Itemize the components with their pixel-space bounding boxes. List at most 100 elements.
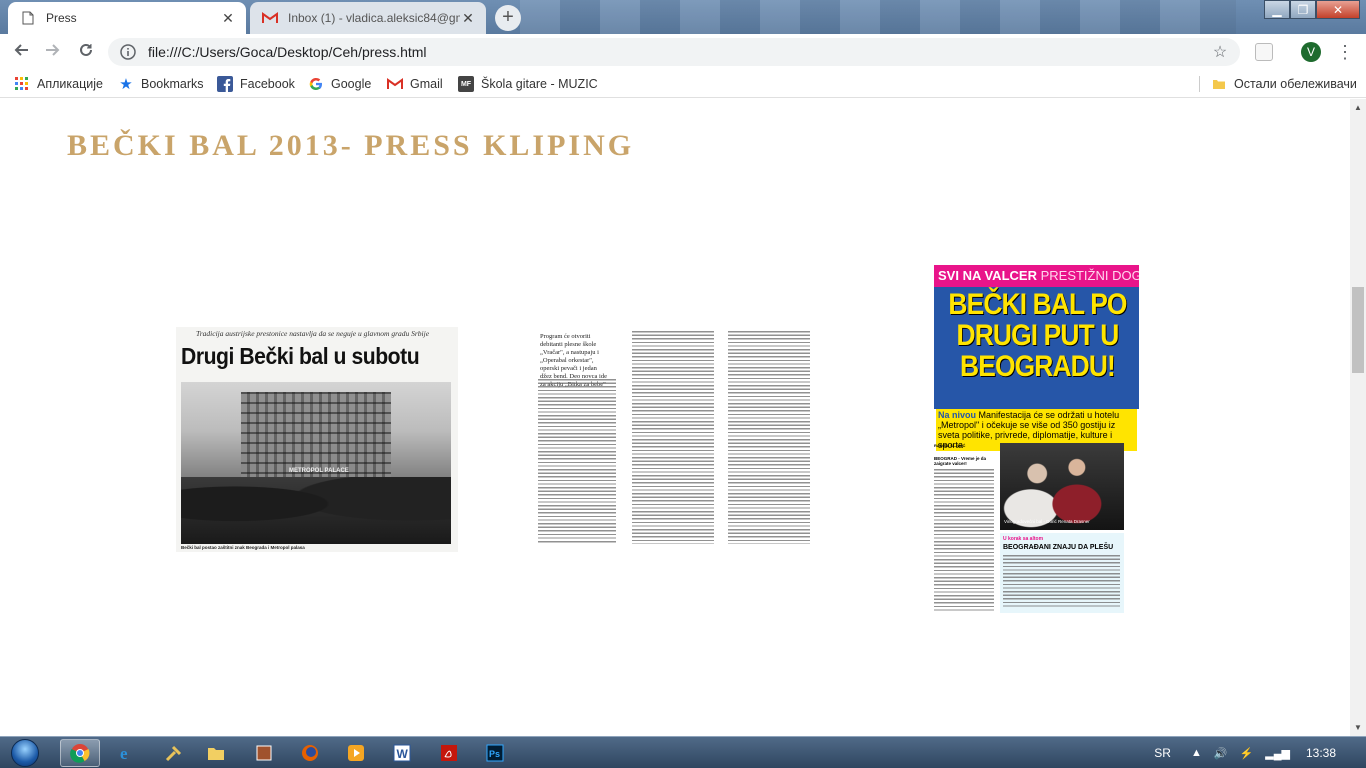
ie-icon: e [120,744,128,763]
url-text[interactable]: file:///C:/Users/Goca/Desktop/Ceh/press.… [148,44,1208,60]
windows-orb-icon [11,739,39,767]
bookmark-other[interactable]: Остали обележивачи [1211,75,1357,93]
topbar-title: SVI NA VALCER [938,268,1037,283]
taskbar-chrome[interactable] [60,739,100,767]
bookmark-google[interactable]: Google [308,75,371,93]
tools-icon [165,745,182,762]
tab-gmail[interactable]: Inbox (1) - vladica.aleksic84@gm ✕ [250,2,486,34]
language-indicator[interactable]: SR [1154,746,1171,760]
window-controls: ▁ ❐ ✕ [1264,0,1360,19]
clock[interactable]: 13:38 [1306,746,1336,760]
scroll-down-icon[interactable]: ▼ [1354,723,1362,732]
address-bar[interactable]: file:///C:/Users/Goca/Desktop/Ceh/press.… [108,38,1240,66]
photo-caption: Vinogradovećni bal - Dorić Renata Drasne… [1004,519,1090,524]
gmail-icon [387,76,403,92]
tab-press[interactable]: Press ✕ [8,2,246,34]
ball-photo [1000,443,1124,530]
box-kicker: U korak sa altom [1003,536,1044,542]
taskbar-media[interactable] [336,739,376,767]
press-clipping-3[interactable]: SVI NA VALCER PRESTIŽNI DOGAĐAJ BEČKI BA… [934,265,1139,613]
bookmark-bookmarks[interactable]: ★ Bookmarks [118,75,204,93]
bookmark-label: Facebook [240,77,295,91]
app-icon [256,745,272,761]
back-icon[interactable] [9,40,33,64]
clipping-headline: Drugi Bečki bal u subotu [181,343,420,369]
hotel-sign: METROPOL PALACE [289,468,349,474]
google-icon [308,76,324,92]
taskbar-app[interactable] [244,739,284,767]
chrome-icon [70,744,90,763]
volume-icon[interactable]: 🔊 [1214,747,1228,760]
folder-icon [208,748,224,760]
menu-icon[interactable]: ⋮ [1336,42,1354,62]
show-hidden-icons-icon[interactable]: ▲ [1191,747,1202,759]
gmail-icon [262,10,278,26]
folder-icon [1211,76,1227,92]
start-button[interactable] [6,737,44,768]
maximize-button[interactable]: ❐ [1290,0,1316,19]
subhead-kicker: Na nivou [938,410,977,420]
taskbar-explorer[interactable] [196,739,236,767]
bookmarks-separator [1199,76,1200,92]
star-icon: ★ [119,76,133,93]
new-tab-button[interactable]: + [495,5,521,31]
vertical-scrollbar[interactable]: ▲ ▼ [1350,99,1366,736]
bookmark-star-icon[interactable]: ☆ [1208,42,1232,62]
byline: RADIŠA ŠLJIVIĆ [934,443,966,448]
reload-icon[interactable] [74,40,98,64]
apps-grid-icon [14,76,30,92]
text-column [1003,555,1120,609]
facebook-icon [217,76,233,92]
taskbar: e W Ps SR ▲ 🔊 ⚡ ▂▄▆ 13:38 [0,736,1366,768]
profile-avatar[interactable]: V [1301,42,1321,62]
scroll-thumb[interactable] [1352,287,1364,373]
tab-title: Press [46,11,77,25]
tab-strip: Press ✕ Inbox (1) - vladica.aleksic84@gm… [0,0,1366,34]
photo-caption: Bečki bal postao zaštitni znak Beograda … [181,545,305,550]
forward-icon[interactable] [41,40,65,64]
text-column [632,331,714,544]
close-window-button[interactable]: ✕ [1316,0,1360,19]
left-column-lead: BEOGRAD - Vreme je da zaigrate valcer! [934,456,987,466]
bookmark-apps[interactable]: Апликације [14,75,103,93]
clipping-topbar: SVI NA VALCER PRESTIŽNI DOGAĐAJ [934,265,1139,287]
text-column [728,331,810,544]
taskbar-photoshop[interactable]: Ps [475,739,515,767]
bookmarks-bar: Апликације ★ Bookmarks Facebook Google G… [0,70,1366,98]
press-clipping-1[interactable]: Tradicija austrijske prestonice nastavlj… [176,327,458,552]
press-clipping-2[interactable]: Program će otvoriti debitanti plesne ško… [538,329,813,544]
firefox-icon [302,745,318,761]
bookmark-skola-gitare[interactable]: MF Škola gitare - MUZIC [458,75,598,93]
desktop-background [520,0,1236,34]
text-column [538,379,616,544]
minimize-button[interactable]: ▁ [1264,0,1290,19]
clipping-kicker: Tradicija austrijske prestonice nastavlj… [196,329,430,338]
close-icon[interactable]: ✕ [460,10,476,26]
power-icon[interactable]: ⚡ [1240,747,1254,760]
network-icon[interactable]: ▂▄▆ [1265,747,1290,760]
page-content: BEČKI BAL 2013- PRESS KLIPING Tradicija … [0,99,1350,736]
close-icon[interactable]: ✕ [220,10,236,26]
document-icon [20,10,36,26]
bookmark-label: Bookmarks [141,77,204,91]
bookmark-label: Апликације [37,77,103,91]
bookmark-label: Google [331,77,372,91]
info-icon[interactable] [120,44,136,60]
extension-icon[interactable] [1255,43,1273,61]
taskbar-acrobat[interactable] [429,739,469,767]
bookmark-facebook[interactable]: Facebook [217,75,295,93]
bookmark-label: Škola gitare - MUZIC [481,77,598,91]
text-column [934,469,994,611]
mf-icon: MF [458,76,474,92]
taskbar-word[interactable]: W [382,739,422,767]
taskbar-ie[interactable]: e [107,739,147,767]
taskbar-tools[interactable] [154,739,194,767]
scroll-up-icon[interactable]: ▲ [1354,103,1362,112]
bookmark-label: Остали обележивачи [1234,77,1357,91]
bookmark-gmail[interactable]: Gmail [387,75,443,93]
word-icon: W [393,744,411,762]
system-tray: SR ▲ 🔊 ⚡ ▂▄▆ 13:38 [1154,737,1366,768]
svg-text:e: e [120,744,128,763]
left-column: RADIŠA ŠLJIVIĆ BEOGRAD - Vreme je da zai… [934,443,996,611]
taskbar-firefox[interactable] [290,739,330,767]
